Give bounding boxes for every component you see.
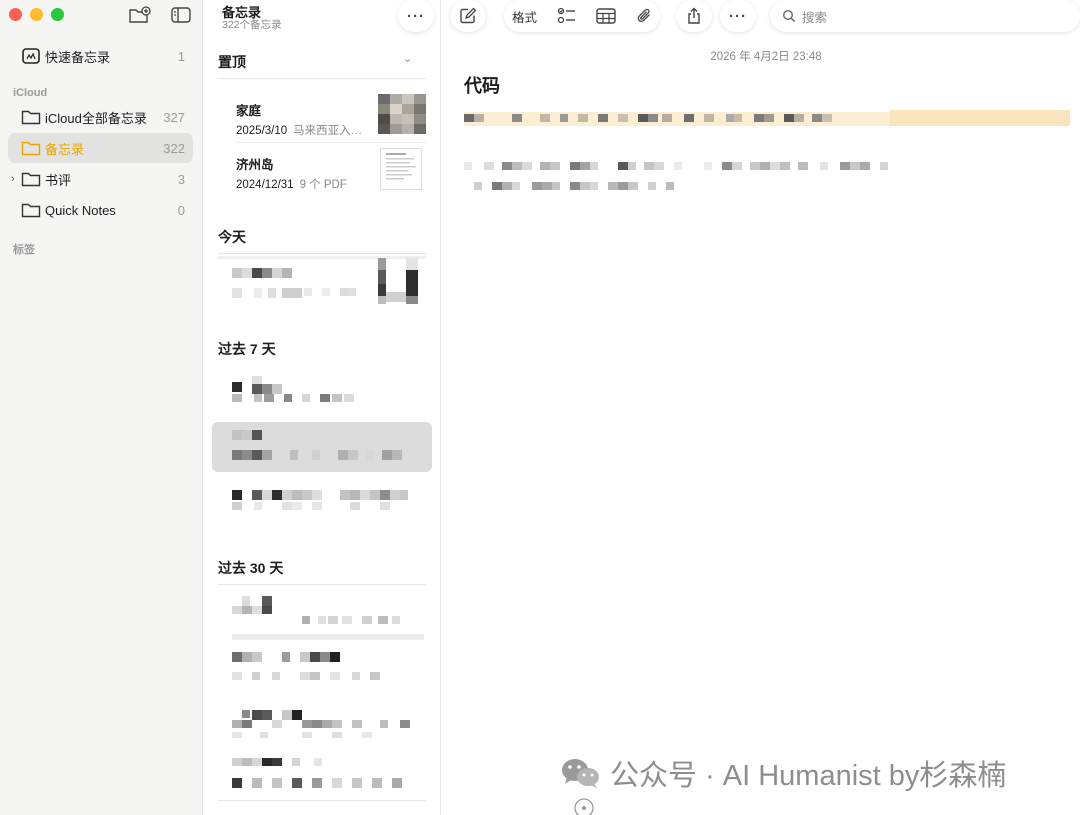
checklist-icon (557, 7, 575, 24)
sidebar-item-label: Quick Notes (45, 202, 116, 218)
share-icon (688, 7, 700, 24)
search-icon (782, 9, 796, 23)
divider (218, 78, 426, 79)
list-note-count: 322个备忘录 (222, 19, 282, 31)
more-actions-button[interactable]: ··· (720, 0, 756, 32)
scroll-indicator-icon (574, 798, 594, 815)
note-item-date: 2024/12/31 (236, 179, 294, 191)
redacted-highlighted-code[interactable] (464, 110, 1070, 126)
sidebar-item-count: 327 (163, 109, 185, 125)
note-list: 备忘录 322个备忘录 ··· 置顶 ⌄ 家庭 2025/3/10 马来西亚入… … (204, 0, 441, 815)
folder-icon (21, 141, 41, 156)
note-thumbnail (378, 258, 418, 304)
sidebar-item-all-icloud[interactable]: iCloud全部备忘录 327 (8, 102, 193, 132)
redacted-note-list[interactable] (232, 594, 428, 794)
section-header-icloud: iCloud (13, 87, 48, 99)
table-button[interactable] (596, 0, 617, 32)
folder-icon (21, 203, 41, 218)
group-header-past-7-days: 过去 7 天 (218, 341, 276, 357)
sidebar: 快速备忘录 1 iCloud iCloud全部备忘录 327 备忘录 322 ›… (0, 0, 203, 815)
note-thumbnail (378, 94, 426, 134)
group-header-pinned: 置顶 (218, 54, 246, 70)
attachment-button[interactable] (636, 0, 652, 32)
sidebar-toggle-icon[interactable] (169, 5, 193, 25)
ellipsis-icon: ··· (407, 7, 425, 25)
group-header-past-30-days: 过去 30 天 (218, 560, 284, 576)
watermark-text: 公众号 · AI Humanist by杉森楠 (610, 760, 1007, 792)
note-item-snippet: 9 个 PDF (299, 179, 347, 191)
zoom-window-button[interactable] (51, 8, 64, 21)
more-options-button[interactable]: ··· (398, 0, 434, 32)
notes-app-window: 快速备忘录 1 iCloud iCloud全部备忘录 327 备忘录 322 ›… (0, 0, 1080, 815)
folder-icon (21, 172, 41, 187)
folder-icon (21, 110, 41, 125)
format-toolbar: 格式 (504, 0, 660, 32)
divider (218, 800, 426, 801)
note-title[interactable]: 代码 (464, 72, 500, 98)
format-button[interactable]: 格式 (512, 0, 537, 32)
chevron-down-icon[interactable]: ⌄ (403, 52, 412, 65)
sidebar-item-quick-notes-cn[interactable]: 快速备忘录 1 (8, 41, 193, 71)
redacted-note-preview (304, 288, 356, 296)
share-button[interactable] (676, 0, 712, 32)
minimize-window-button[interactable] (30, 8, 43, 21)
redacted-note-preview[interactable] (232, 488, 412, 514)
ellipsis-icon: ··· (729, 7, 747, 25)
search-placeholder: 搜索 (802, 10, 828, 25)
redacted-note-preview[interactable] (232, 372, 372, 404)
sidebar-item-count: 1 (177, 48, 185, 64)
sidebar-item-label: 书评 (45, 172, 72, 188)
compose-icon (460, 7, 477, 24)
group-header-today: 今天 (218, 229, 246, 245)
close-window-button[interactable] (9, 8, 22, 21)
new-folder-icon[interactable] (128, 5, 152, 25)
compose-button[interactable] (450, 0, 486, 32)
pdf-thumbnail (380, 148, 422, 190)
note-editor: 格式 ··· 搜索 2026 年 4月2日 23:48 代码 公众号 · AI … (442, 0, 1080, 815)
sidebar-item-count: 3 (177, 171, 185, 187)
sidebar-item-label: 备忘录 (45, 141, 85, 157)
divider (218, 253, 426, 254)
watermark: 公众号 · AI Humanist by杉森楠 (560, 752, 1006, 794)
redacted-note-body[interactable] (464, 158, 894, 194)
sidebar-item-count: 322 (163, 140, 185, 156)
table-icon (596, 8, 617, 24)
sidebar-item-label: 快速备忘录 (45, 49, 111, 65)
divider (236, 142, 426, 143)
note-item-snippet: 马来西亚入… (293, 125, 363, 137)
sidebar-item-label: iCloud全部备忘录 (45, 110, 147, 126)
note-timestamp: 2026 年 4月2日 23:48 (710, 51, 822, 63)
redacted-note-preview[interactable] (232, 430, 412, 464)
wechat-logo-icon (562, 759, 599, 788)
quick-note-icon (22, 48, 40, 64)
divider (218, 584, 426, 585)
checklist-button[interactable] (557, 0, 577, 32)
section-header-tags: 标签 (13, 244, 35, 256)
window-controls (9, 8, 64, 21)
redacted-note-preview[interactable] (232, 266, 312, 300)
sidebar-item-book-reviews[interactable]: 书评 3 (8, 164, 193, 194)
paperclip-icon (637, 8, 650, 23)
search-input[interactable]: 搜索 (770, 0, 1080, 32)
note-item-date: 2025/3/10 (236, 125, 288, 137)
sidebar-item-quick-notes[interactable]: Quick Notes 0 (8, 195, 193, 225)
sidebar-item-count: 0 (177, 202, 185, 218)
sidebar-item-notes[interactable]: 备忘录 322 (8, 133, 193, 163)
